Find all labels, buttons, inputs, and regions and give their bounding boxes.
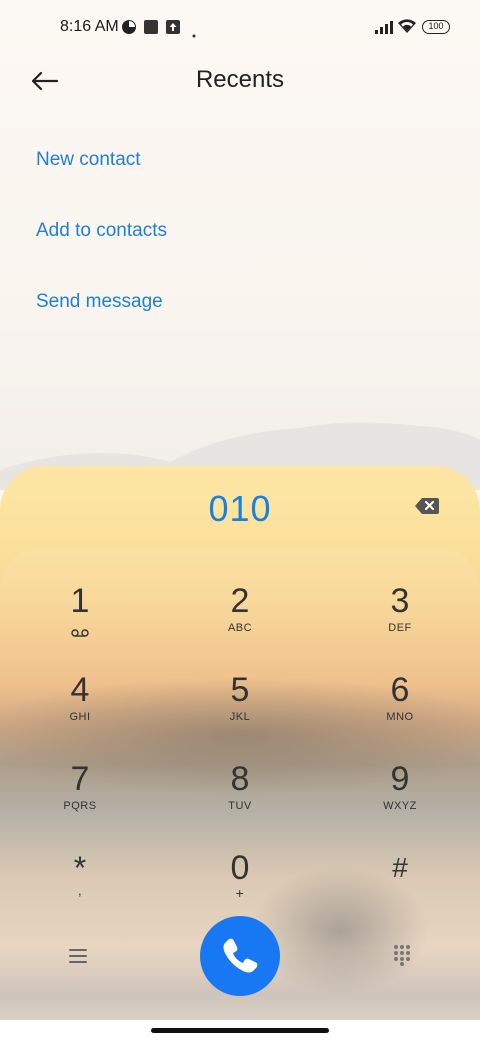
key-digit: 4 [70, 671, 90, 709]
key-digit: * [73, 850, 87, 886]
new-contact-button[interactable]: New contact [36, 149, 141, 171]
key-letters: , [77, 883, 83, 898]
key-star[interactable]: * , [20, 849, 140, 929]
dialpad-icon [394, 945, 410, 966]
key-4[interactable]: 4 GHI [20, 671, 140, 751]
key-digit: 8 [230, 760, 250, 798]
key-5[interactable]: 5 JKL [180, 671, 300, 751]
key-2[interactable]: 2 ABC [180, 582, 300, 662]
key-9[interactable]: 9 WXYZ [340, 760, 460, 840]
dialpad-toggle-button[interactable] [393, 944, 411, 966]
dialed-number: 010 [208, 488, 272, 529]
wifi-icon [398, 19, 416, 39]
home-indicator[interactable] [151, 1028, 329, 1033]
menu-button[interactable] [68, 948, 88, 964]
status-bar: 8:16 AM 100 [0, 0, 480, 56]
key-letters: GHI [69, 711, 91, 723]
key-8[interactable]: 8 TUV [180, 760, 300, 840]
key-letters: WXYZ [383, 800, 417, 812]
key-digit: 5 [230, 671, 250, 709]
key-letters: JKL [229, 711, 251, 723]
key-letters: + [235, 885, 245, 901]
key-3[interactable]: 3 DEF [340, 582, 460, 662]
key-hash[interactable]: # [340, 849, 460, 929]
data-saver-icon [121, 19, 137, 40]
key-digit: 1 [70, 582, 90, 620]
phone-icon [223, 938, 258, 973]
dialer-panel: 010 1 2 ABC 3 DEF 4 GHI 5 JKL 6 MNO 7 PQ… [0, 466, 480, 1040]
key-digit: 6 [390, 671, 410, 709]
key-letters: PQRS [63, 800, 97, 812]
voicemail-icon [20, 624, 140, 642]
key-1[interactable]: 1 [20, 582, 140, 662]
page-title: Recents [195, 66, 285, 93]
navigation-bar [0, 1020, 480, 1040]
key-digit: 7 [70, 760, 90, 798]
key-digit: 2 [230, 582, 250, 620]
add-to-contacts-button[interactable]: Add to contacts [36, 220, 167, 242]
key-digit: # [392, 852, 408, 883]
backspace-icon [415, 498, 439, 514]
menu-icon [69, 949, 87, 963]
notification-square-icon [143, 19, 159, 40]
send-message-button[interactable]: Send message [36, 291, 163, 313]
dot-icon [192, 25, 196, 43]
key-letters: TUV [228, 800, 252, 812]
backspace-button[interactable] [414, 496, 440, 516]
key-letters: DEF [388, 622, 412, 634]
key-digit: 3 [390, 582, 410, 620]
upload-icon [165, 19, 181, 40]
battery-icon: 100 [422, 20, 450, 34]
key-7[interactable]: 7 PQRS [20, 760, 140, 840]
call-button[interactable] [200, 916, 280, 996]
status-time: 8:16 AM [60, 18, 119, 35]
key-digit: 9 [390, 760, 410, 798]
key-letters: ABC [227, 622, 253, 634]
key-6[interactable]: 6 MNO [340, 671, 460, 751]
signal-icon [375, 21, 393, 39]
key-letters: MNO [386, 711, 414, 723]
key-digit: 0 [230, 849, 250, 887]
